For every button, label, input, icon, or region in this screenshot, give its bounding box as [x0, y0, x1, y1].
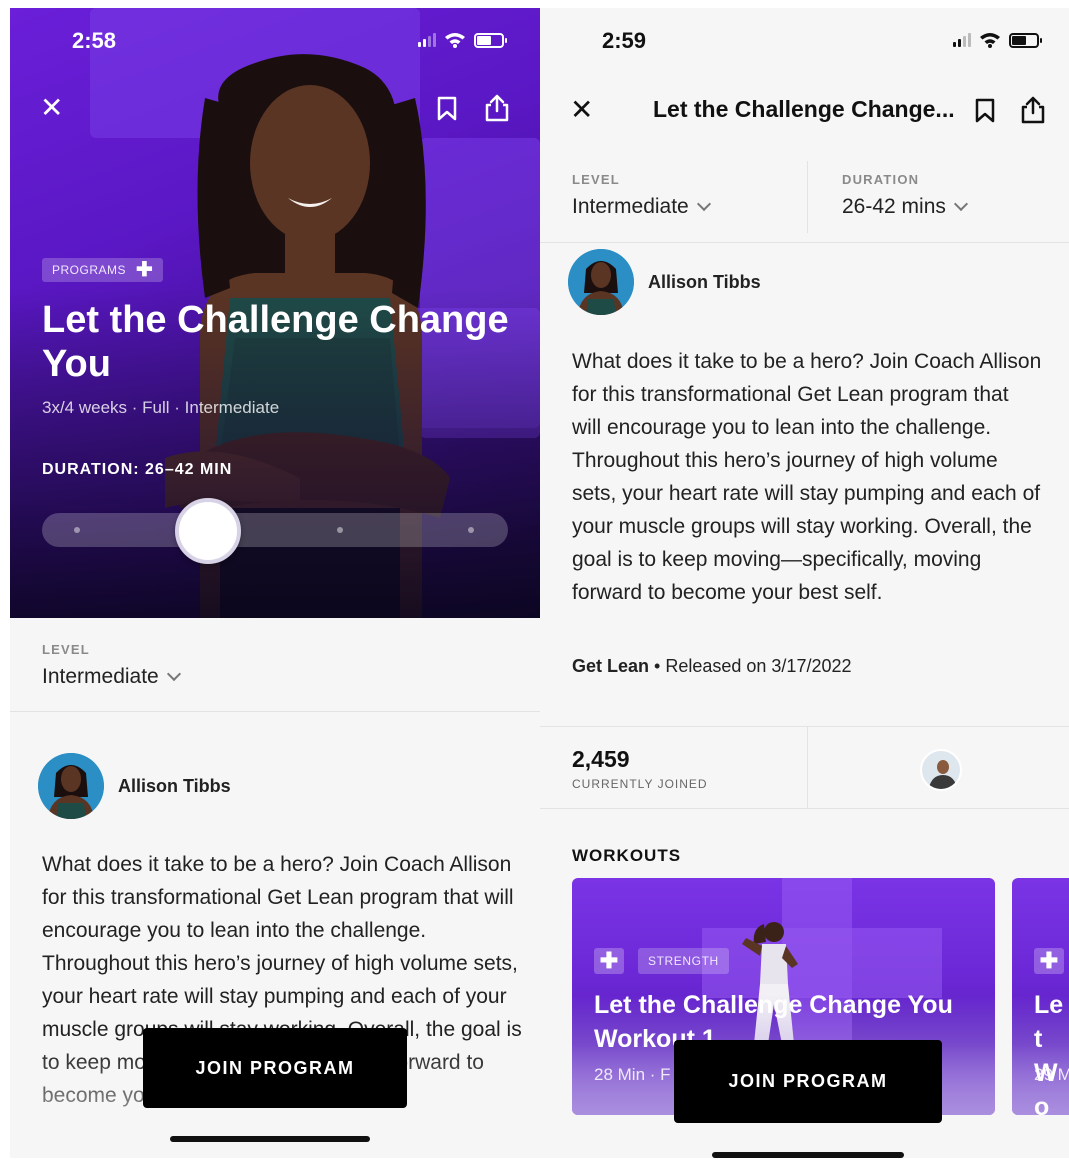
- program-meta: 3x/4 weeks · Full · Intermediate: [42, 398, 280, 417]
- chevron-down-icon: [953, 196, 968, 212]
- signal-icon: [953, 33, 971, 47]
- battery-icon: [474, 32, 507, 48]
- bookmark-icon[interactable]: [436, 96, 458, 122]
- workout-title: Let Wo: [1034, 991, 1064, 1115]
- duration-slider-thumb[interactable]: [175, 498, 241, 564]
- close-icon[interactable]: ✕: [570, 96, 593, 124]
- avatar: [38, 753, 104, 819]
- program-hero: 2:58 ✕ PROGRAMS ✚ Let the Challenge Chan…: [10, 8, 540, 618]
- program-detail-screen-right: 2:59 ✕ Let the Challenge Change... LEVEL…: [540, 8, 1069, 1158]
- slider-step: [74, 527, 80, 533]
- workouts-heading: WORKOUTS: [572, 846, 682, 865]
- plus-icon: ✚: [1034, 948, 1064, 974]
- battery-icon: [1009, 32, 1042, 48]
- wifi-icon: [980, 33, 1000, 48]
- close-icon[interactable]: ✕: [40, 94, 63, 122]
- join-program-button[interactable]: JOIN PROGRAM: [674, 1040, 942, 1123]
- level-value: Intermediate: [572, 195, 689, 218]
- level-value-row: Intermediate: [42, 665, 181, 689]
- duration-selector[interactable]: DURATION 26-42 mins: [842, 172, 968, 219]
- plus-icon: ✚: [136, 259, 154, 281]
- joined-label: CURRENTLY JOINED: [572, 777, 708, 791]
- badge-label: PROGRAMS: [52, 263, 127, 277]
- signal-icon: [418, 33, 436, 47]
- divider: [10, 711, 540, 712]
- level-value-row: Intermediate: [572, 195, 711, 219]
- duration-label: DURATION: 26–42 MIN: [42, 461, 233, 478]
- joined-count: 2,459: [572, 746, 630, 772]
- avatar: [568, 249, 634, 315]
- bookmark-icon[interactable]: [974, 98, 996, 124]
- workout-meta: 29 M: [1034, 1065, 1069, 1084]
- chevron-down-icon: [166, 666, 181, 682]
- home-indicator: [712, 1152, 904, 1158]
- coach-row[interactable]: Allison Tibbs: [568, 249, 761, 315]
- status-icons: [418, 32, 507, 48]
- level-selector[interactable]: LEVEL Intermediate: [42, 642, 181, 689]
- status-icons: [953, 32, 1042, 48]
- duration-value: 26-42 mins: [842, 195, 946, 218]
- chevron-down-icon: [696, 196, 711, 212]
- member-avatar[interactable]: [920, 749, 962, 791]
- share-icon[interactable]: [1020, 96, 1046, 124]
- level-selector[interactable]: LEVEL Intermediate: [572, 172, 711, 219]
- release-date: Released on 3/17/2022: [665, 656, 852, 676]
- duration-slider[interactable]: [42, 513, 508, 547]
- level-label: LEVEL: [572, 172, 620, 187]
- divider: [807, 161, 808, 233]
- divider: [807, 726, 808, 808]
- program-category: Get Lean: [572, 656, 650, 676]
- coach-row[interactable]: Allison Tibbs: [38, 753, 231, 819]
- plus-icon: ✚: [594, 948, 624, 974]
- program-detail-screen-left: 2:58 ✕ PROGRAMS ✚ Let the Challenge Chan…: [10, 8, 540, 1158]
- release-separator: •: [649, 656, 666, 676]
- divider: [540, 726, 1069, 727]
- duration-value-row: 26-42 mins: [842, 195, 968, 219]
- program-description: What does it take to be a hero? Join Coa…: [572, 350, 1042, 604]
- join-program-button[interactable]: JOIN PROGRAM: [143, 1028, 407, 1108]
- share-icon[interactable]: [484, 94, 510, 122]
- nav-title: Let the Challenge Change...: [653, 96, 955, 122]
- divider: [540, 242, 1069, 243]
- status-time: 2:58: [72, 28, 117, 53]
- coach-name: Allison Tibbs: [648, 271, 761, 292]
- coach-name: Allison Tibbs: [118, 775, 231, 796]
- slider-step: [337, 527, 343, 533]
- workout-tag: STRENGTH: [638, 948, 729, 974]
- divider: [540, 808, 1069, 809]
- programs-badge: PROGRAMS ✚: [42, 258, 164, 282]
- status-time: 2:59: [602, 28, 647, 53]
- slider-step: [468, 527, 474, 533]
- home-indicator: [170, 1136, 370, 1142]
- level-value: Intermediate: [42, 665, 159, 688]
- workout-card[interactable]: ✚ Let Wo 29 M: [1012, 878, 1069, 1115]
- duration-label: DURATION: [842, 172, 920, 187]
- joined-stat: 2,459 CURRENTLY JOINED: [572, 746, 708, 791]
- release-info: Get Lean • Released on 3/17/2022: [572, 656, 852, 677]
- program-title: Let the Challenge Change You: [42, 299, 509, 385]
- wifi-icon: [445, 33, 465, 48]
- level-label: LEVEL: [42, 642, 90, 657]
- workout-meta: 28 Min · F: [594, 1065, 671, 1084]
